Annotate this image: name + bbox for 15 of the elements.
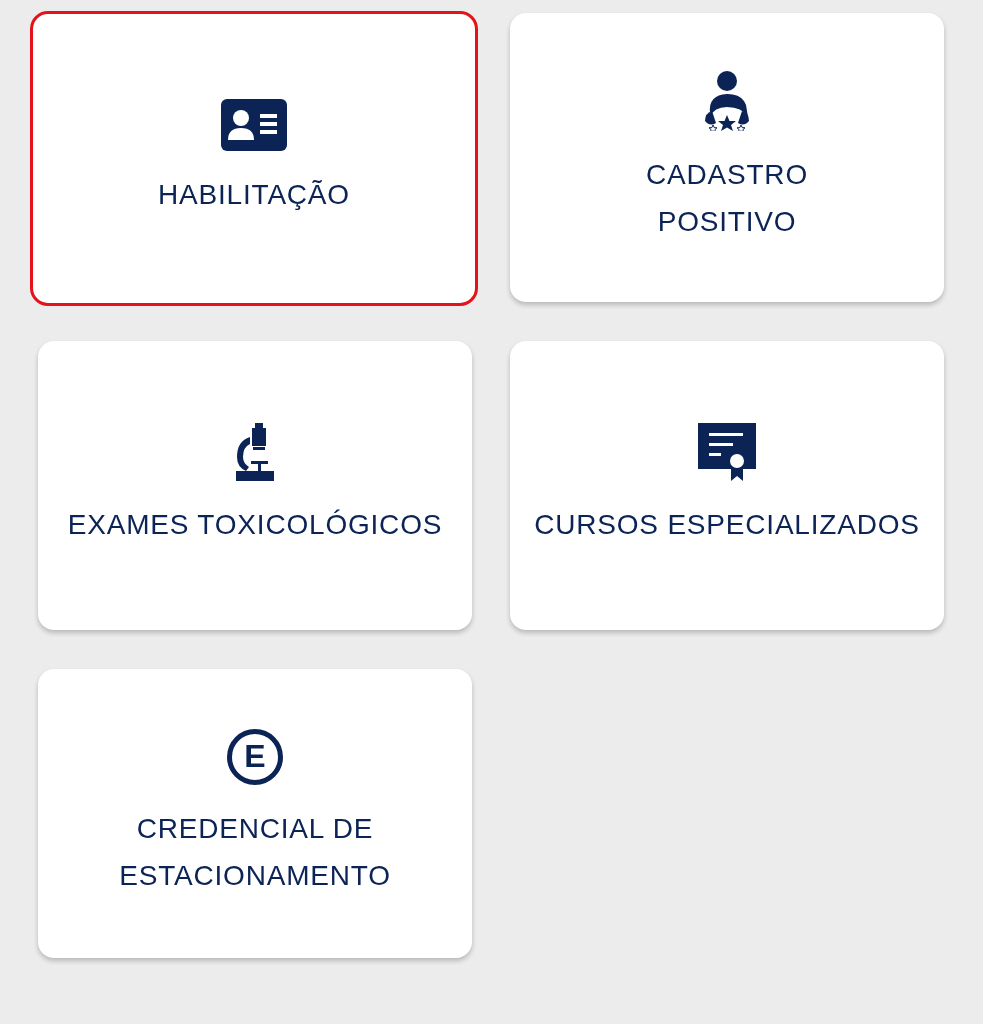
certificate-icon xyxy=(698,423,756,481)
driver-icon xyxy=(702,70,752,131)
card-label: EXAMES TOXICOLÓGICOS xyxy=(67,508,443,542)
card-label: HABILITAÇÃO xyxy=(158,178,350,212)
menu-card[interactable]: CURSOS ESPECIALIZADOS xyxy=(510,341,944,630)
letter-icon: E xyxy=(227,728,283,785)
card-label: CREDENCIAL DE ESTACIONAMENTO xyxy=(118,811,392,893)
card-label: CURSOS ESPECIALIZADOS xyxy=(534,508,920,542)
card-label: CADASTRO POSITIVO xyxy=(645,157,809,239)
menu-card[interactable]: E CREDENCIAL DE ESTACIONAMENTO xyxy=(38,669,472,958)
menu-card[interactable]: CADASTRO POSITIVO xyxy=(510,13,944,302)
menu-card[interactable]: EXAMES TOXICOLÓGICOS xyxy=(38,341,472,630)
microscope-icon xyxy=(235,423,275,481)
menu-card[interactable]: HABILITAÇÃO xyxy=(30,11,478,306)
id-card-icon xyxy=(221,99,287,151)
